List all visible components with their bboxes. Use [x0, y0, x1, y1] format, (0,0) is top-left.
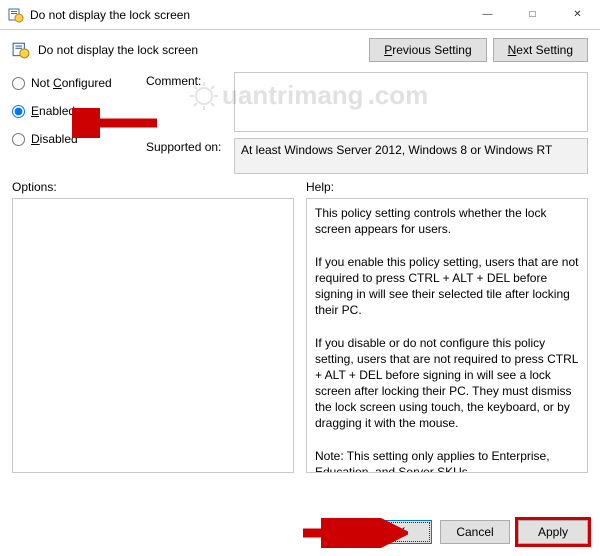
- policy-icon: [12, 41, 30, 59]
- help-label: Help:: [306, 180, 588, 194]
- window-title: Do not display the lock screen: [30, 8, 465, 22]
- state-radio-group: Not Configured Enabled Disabled: [12, 72, 132, 174]
- ok-button[interactable]: OK: [362, 520, 432, 544]
- previous-setting-button[interactable]: Previous Setting: [369, 38, 486, 62]
- radio-not-configured-input[interactable]: [12, 77, 25, 90]
- header: Do not display the lock screen Previous …: [0, 30, 600, 62]
- header-title: Do not display the lock screen: [38, 43, 198, 57]
- cancel-button[interactable]: Cancel: [440, 520, 510, 544]
- policy-icon: [8, 7, 24, 23]
- comment-textarea[interactable]: [234, 72, 588, 132]
- radio-enabled[interactable]: Enabled: [12, 104, 132, 118]
- options-label: Options:: [12, 180, 294, 194]
- radio-disabled-input[interactable]: [12, 133, 25, 146]
- apply-button[interactable]: Apply: [518, 520, 588, 544]
- radio-not-configured[interactable]: Not Configured: [12, 76, 132, 90]
- dialog-footer: OK Cancel Apply: [362, 520, 588, 544]
- comment-label: Comment:: [146, 72, 226, 88]
- minimize-button[interactable]: ―: [465, 0, 510, 29]
- prev-label-rest: revious Setting: [392, 43, 471, 57]
- radio-enabled-input[interactable]: [12, 105, 25, 118]
- radio-disabled[interactable]: Disabled: [12, 132, 132, 146]
- supported-on-text: At least Windows Server 2012, Windows 8 …: [241, 143, 552, 157]
- help-text: This policy setting controls whether the…: [315, 206, 582, 473]
- next-setting-button[interactable]: Next Setting: [493, 38, 588, 62]
- options-box: [12, 198, 294, 473]
- close-button[interactable]: ✕: [555, 0, 600, 29]
- titlebar: Do not display the lock screen ― □ ✕: [0, 0, 600, 30]
- supported-label: Supported on:: [146, 138, 226, 154]
- supported-on-box: At least Windows Server 2012, Windows 8 …: [234, 138, 588, 174]
- maximize-button[interactable]: □: [510, 0, 555, 29]
- next-label-rest: ext Setting: [516, 43, 573, 57]
- help-box: This policy setting controls whether the…: [306, 198, 588, 473]
